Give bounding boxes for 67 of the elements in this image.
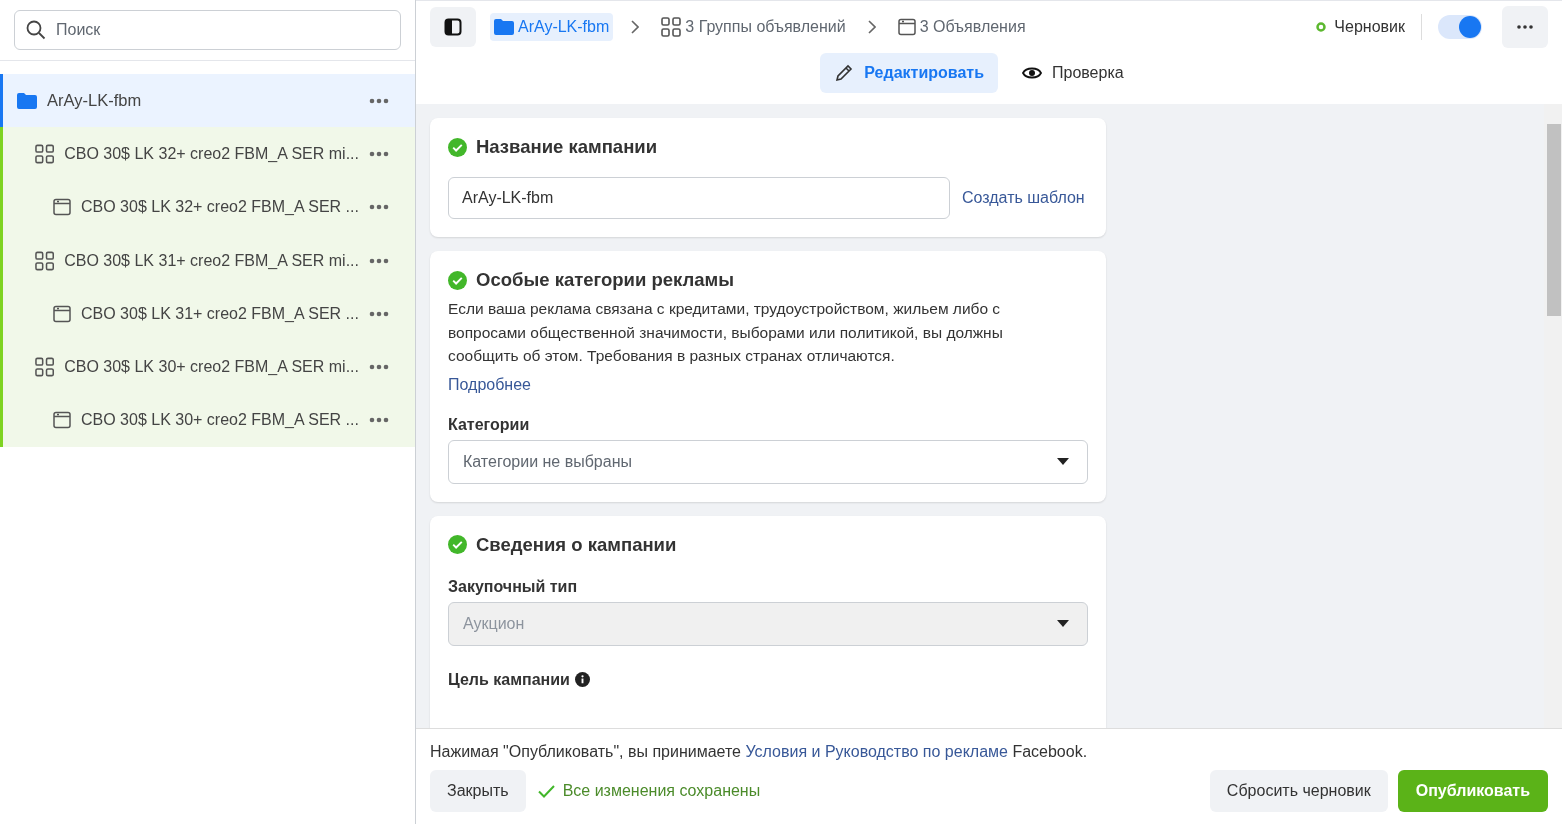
more-icon[interactable] <box>369 150 389 157</box>
description-text: Если ваша реклама связана с кредитами, трудоустройством, жильем либо с вопросами общественной значимости, выборами или политикой, вы должны сообщить об этом. Требования в разных странах отличаются. <box>448 299 1004 366</box>
search-field[interactable]: Поиск <box>14 10 401 50</box>
grid-icon <box>35 357 55 378</box>
breadcrumb[interactable]: 3 Объявления <box>893 13 1030 41</box>
more-icon[interactable] <box>369 204 389 211</box>
status-label: Черновик <box>1334 18 1405 36</box>
tree-item[interactable]: CBO 30$ LK 32+ creo2 FBM_A SER mi... <box>0 127 415 181</box>
caret-icon <box>1057 620 1069 627</box>
eye-icon <box>1022 66 1042 80</box>
window-icon <box>53 304 71 323</box>
tree-item[interactable]: CBO 30$ LK 31+ creo2 FBM_A SER mi... <box>0 233 415 288</box>
tree-item-label: CBO 30$ LK 30+ creo2 FBM_A SER mi... <box>64 358 359 377</box>
field-label: Закупочный тип <box>448 577 579 596</box>
tree-item-label: CBO 30$ LK 32+ creo2 FBM_A SER mi... <box>64 144 359 163</box>
tree-item[interactable]: CBO 30$ LK 32+ creo2 FBM_A SER ... <box>0 180 415 234</box>
tree-item[interactable]: CBO 30$ LK 31+ creo2 FBM_A SER ... <box>0 287 415 341</box>
create-template-link[interactable]: Создать шаблон <box>962 189 1085 207</box>
close-button[interactable]: Закрыть <box>430 770 526 812</box>
tree-item-label: CBO 30$ LK 30+ creo2 FBM_A SER ... <box>81 411 359 430</box>
grid-icon <box>35 143 55 164</box>
terms-link[interactable]: Условия и Руководство по рекламе <box>745 743 1008 760</box>
tree-item-label: CBO 30$ LK 32+ creo2 FBM_A SER ... <box>81 198 359 217</box>
mode-tab[interactable]: Редактировать <box>820 53 998 93</box>
campaign-name-field[interactable]: ArAy-LK-fbm <box>448 177 950 219</box>
tree-item-label: ArAy-LK-fbm <box>47 91 143 111</box>
grid-icon <box>661 17 682 37</box>
tree-item-label: CBO 30$ LK 31+ creo2 FBM_A SER mi... <box>64 251 359 270</box>
checkmark-icon <box>537 784 555 798</box>
pencil-icon <box>834 63 855 83</box>
window-icon <box>897 18 916 36</box>
learn-more-link[interactable]: Подробнее <box>448 375 531 394</box>
section-title: Название кампании <box>476 136 658 158</box>
chevron-icon <box>867 20 876 34</box>
folder-icon <box>17 92 37 109</box>
more-icon[interactable] <box>369 310 389 317</box>
discard-draft-button[interactable]: Сбросить черновик <box>1209 770 1388 812</box>
more-icon[interactable] <box>369 417 389 424</box>
categories-dropdown[interactable]: Категории не выбраны <box>448 439 1088 484</box>
breadcrumb[interactable]: ArAy-LK-fbm <box>490 13 614 41</box>
tree-item-label: CBO 30$ LK 31+ creo2 FBM_A SER ... <box>81 304 359 323</box>
chevron-icon <box>631 20 640 34</box>
sidebar-panel-icon <box>444 18 462 36</box>
info-icon[interactable] <box>574 672 590 687</box>
folder-icon <box>494 19 514 35</box>
caret-icon <box>1057 458 1069 465</box>
window-icon <box>53 411 71 430</box>
save-status: Все изменения сохранены <box>562 782 761 800</box>
tree-item[interactable]: ArAy-LK-fbm <box>0 74 415 128</box>
tree-item[interactable]: CBO 30$ LK 30+ creo2 FBM_A SER mi... <box>0 340 415 394</box>
toggle-switch[interactable] <box>1438 15 1482 39</box>
field-label: Цель кампании <box>448 670 570 689</box>
breadcrumb[interactable]: 3 Группы объявлений <box>657 12 850 42</box>
more-icon[interactable] <box>369 364 389 371</box>
mode-tab[interactable]: Проверка <box>1008 53 1138 93</box>
section-title: Особые категории рекламы <box>476 269 735 291</box>
window-icon <box>53 198 71 217</box>
scrollbar[interactable] <box>1544 104 1562 728</box>
field-label: Категории <box>448 415 531 434</box>
more-icon[interactable] <box>369 257 389 264</box>
more-icon <box>1517 25 1533 29</box>
sidebar-toggle-button[interactable] <box>430 7 476 47</box>
more-icon[interactable] <box>369 97 389 104</box>
terms-notice: Нажимая "Опубликовать", вы принимаете Условия и Руководство по рекламе Facebook. <box>430 743 1089 761</box>
section-title: Сведения о кампании <box>476 533 677 556</box>
tree-item[interactable]: CBO 30$ LK 30+ creo2 FBM_A SER ... <box>0 393 415 448</box>
grid-icon <box>35 250 55 271</box>
